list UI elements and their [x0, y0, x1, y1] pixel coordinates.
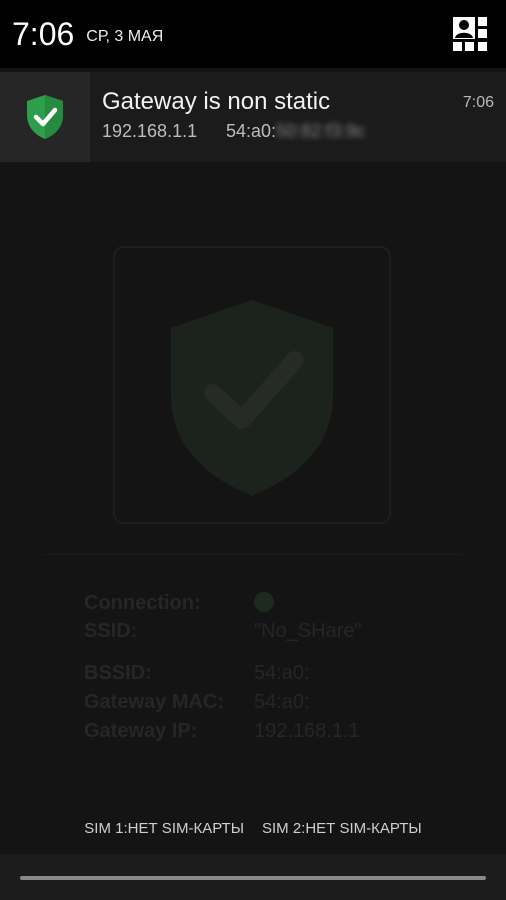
- shade-handle-bar[interactable]: [0, 854, 506, 900]
- shield-check-icon: [27, 95, 63, 139]
- bssid-label: BSSID:: [84, 662, 152, 684]
- notification-time: 7:06: [462, 94, 494, 111]
- notification-icon-box: [0, 72, 90, 162]
- large-shield-icon: [171, 300, 333, 496]
- notification-mac: 54:a0:50:82:f3:9c: [226, 121, 365, 142]
- connection-status-dot: [254, 592, 274, 612]
- date: СР, 3 МАЯ: [86, 28, 164, 45]
- background-app: Connection: SSID: "No_SHare" BSSID: 54:a…: [0, 162, 506, 852]
- divider: [44, 554, 462, 555]
- status-bar: 7:06 СР, 3 МАЯ: [0, 0, 506, 68]
- drag-handle[interactable]: [20, 876, 486, 880]
- gateway-mac-label: Gateway MAC:: [84, 691, 225, 713]
- quick-settings-icon: [452, 16, 488, 52]
- sim2-status: SIM 2:НЕТ SIM-КАРТЫ: [262, 820, 422, 837]
- clock: 7:06: [12, 15, 75, 52]
- sim1-status: SIM 1:НЕТ SIM-КАРТЫ: [84, 820, 244, 837]
- quick-settings-button[interactable]: [452, 16, 488, 52]
- notification-title: Gateway is non static: [102, 88, 331, 115]
- gateway-mac-value: 54:a0:: [254, 691, 310, 713]
- notification-ip: 192.168.1.1: [102, 121, 198, 141]
- ssid-value: "No_SHare": [254, 620, 362, 642]
- gateway-notification[interactable]: Gateway is non static 7:06 192.168.1.1 5…: [0, 72, 506, 162]
- mac-prefix: 54:a0:: [226, 121, 277, 141]
- ssid-label: SSID:: [84, 620, 138, 642]
- carrier-label: SIM 1:НЕТ SIM-КАРТЫ SIM 2:НЕТ SIM-КАРТЫ: [0, 820, 506, 848]
- mac-hidden: 50:82:f3:9c: [276, 121, 366, 141]
- connection-label: Connection:: [84, 592, 201, 614]
- gateway-ip-label: Gateway IP:: [84, 720, 198, 742]
- shield-card: [113, 246, 391, 524]
- bssid-value: 54:a0:: [254, 662, 310, 684]
- gateway-ip-value: 192.168.1.1: [254, 720, 360, 742]
